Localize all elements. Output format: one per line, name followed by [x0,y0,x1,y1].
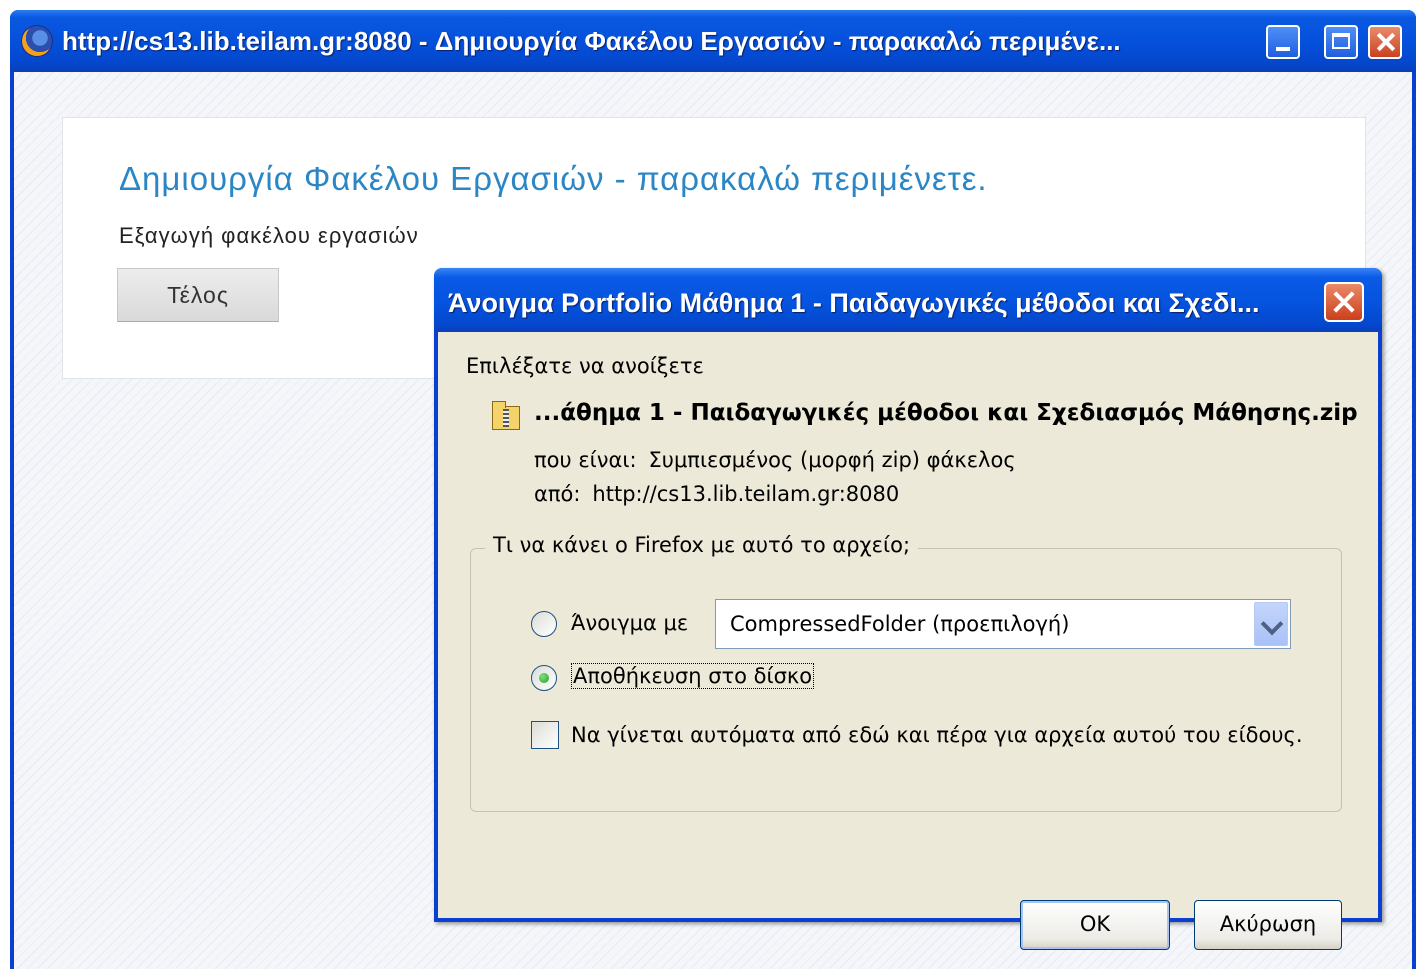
firefox-icon [22,26,52,56]
file-type-row: που είναι: Συμπιεσμένος (μορφή zip) φάκελ… [534,448,1016,472]
auto-action-label[interactable]: Να γίνεται αυτόματα από εδώ και πέρα για… [571,723,1303,747]
auto-action-checkbox[interactable] [531,721,559,749]
dialog-close-button[interactable] [1324,282,1364,322]
file-source-key: από: [534,482,581,506]
cancel-button[interactable]: Ακύρωση [1194,900,1342,950]
dialog-title: Άνοιγμα Portfolio Μάθημα 1 - Παιδαγωγικέ… [448,288,1260,318]
window-title: http://cs13.lib.teilam.gr:8080 - Δημιουρ… [62,26,1121,56]
open-with-select[interactable]: CompressedFolder (προεπιλογή) [715,599,1291,649]
save-to-disk-label[interactable]: Αποθήκευση στο δίσκο [571,663,815,689]
choose-label: Επιλέξατε να ανοίξετε [466,354,704,378]
maximize-button[interactable] [1324,25,1358,59]
file-type-key: που είναι: [534,448,637,472]
file-type-value: Συμπιεσμένος (μορφή zip) φάκελος [648,448,1016,472]
file-source-value: http://cs13.lib.teilam.gr:8080 [592,482,900,506]
finish-button[interactable]: Τέλος [117,268,279,322]
download-dialog: Άνοιγμα Portfolio Μάθημα 1 - Παιδαγωγικέ… [434,268,1382,950]
action-group: Τι να κάνει ο Firefox με αυτό το αρχείο;… [470,533,1342,812]
action-group-legend: Τι να κάνει ο Firefox με αυτό το αρχείο; [485,533,919,557]
file-name: ...άθημα 1 - Παιδαγωγικές μέθοδοι και Σχ… [534,400,1358,426]
dialog-body: Επιλέξατε να ανοίξετε ...άθημα 1 - Παιδα… [438,332,1378,950]
ok-button[interactable]: OK [1020,900,1170,950]
zip-folder-icon [492,401,520,430]
save-to-disk-radio[interactable] [531,665,557,691]
chevron-down-icon[interactable] [1254,602,1288,646]
window-close-button[interactable] [1368,25,1402,59]
dialog-titlebar[interactable]: Άνοιγμα Portfolio Μάθημα 1 - Παιδαγωγικέ… [434,268,1382,332]
file-source-row: από: http://cs13.lib.teilam.gr:8080 [534,482,899,506]
open-with-radio[interactable] [531,611,557,637]
status-text: Εξαγωγή φακέλου εργασιών [119,223,419,248]
minimize-button[interactable] [1266,25,1300,59]
page-title: Δημιουργία Φακέλου Εργασιών - παρακαλώ π… [119,160,988,197]
open-with-value: CompressedFolder (προεπιλογή) [730,612,1070,636]
window-titlebar[interactable]: http://cs13.lib.teilam.gr:8080 - Δημιουρ… [10,10,1416,72]
open-with-label[interactable]: Άνοιγμα με [571,611,688,635]
browser-window: http://cs13.lib.teilam.gr:8080 - Δημιουρ… [10,10,1416,969]
